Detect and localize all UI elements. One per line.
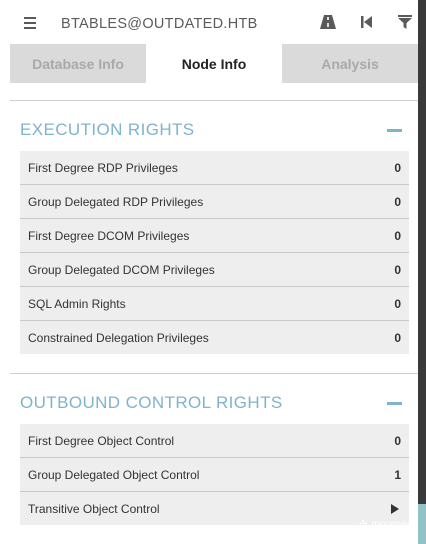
collapse-icon[interactable] (387, 401, 402, 405)
outbound-control-list: First Degree Object Control 0 Group Dele… (20, 424, 409, 525)
row-constrained-delegation[interactable]: Constrained Delegation Privileges 0 (20, 321, 409, 354)
row-label: First Degree Object Control (28, 433, 175, 448)
row-label: SQL Admin Rights (28, 296, 126, 311)
row-label: Constrained Delegation Privileges (28, 330, 209, 345)
tab-bar: Database Info Node Info Analysis (10, 44, 418, 83)
row-group-delegated-object-control[interactable]: Group Delegated Object Control 1 (20, 458, 409, 492)
row-value: 1 (394, 467, 401, 482)
row-value: 0 (394, 433, 401, 448)
road-icon[interactable] (320, 14, 336, 30)
row-label: First Degree RDP Privileges (28, 160, 178, 175)
row-label: First Degree DCOM Privileges (28, 228, 190, 243)
row-label: Group Delegated DCOM Privileges (28, 262, 215, 277)
row-group-delegated-dcom[interactable]: Group Delegated DCOM Privileges 0 (20, 253, 409, 287)
row-value: 0 (394, 262, 401, 277)
watermark-text: moonsec (371, 519, 412, 530)
node-title: BTABLES@OUTDATED.HTB (61, 16, 258, 32)
execution-rights-header[interactable]: EXECUTION RIGHTS (20, 115, 408, 145)
row-value: 0 (394, 296, 401, 311)
node-info-panel: BTABLES@OUTDATED.HTB Database Info Node … (0, 0, 418, 544)
row-value: 0 (394, 228, 401, 243)
header-bar: BTABLES@OUTDATED.HTB (0, 0, 418, 44)
section-divider (10, 373, 418, 374)
row-label: Group Delegated RDP Privileges (28, 194, 204, 209)
scroll-thumb[interactable] (418, 504, 426, 544)
collapse-icon[interactable] (387, 128, 402, 132)
row-first-degree-dcom[interactable]: First Degree DCOM Privileges 0 (20, 219, 409, 253)
row-first-degree-object-control[interactable]: First Degree Object Control 0 (20, 424, 409, 458)
row-group-delegated-rdp[interactable]: Group Delegated RDP Privileges 0 (20, 185, 409, 219)
row-value: 0 (394, 330, 401, 345)
wechat-icon: ✣ (359, 519, 368, 530)
outbound-control-title: OUTBOUND CONTROL RIGHTS (20, 393, 283, 412)
row-label: Group Delegated Object Control (28, 467, 200, 482)
play-arrow-icon[interactable] (391, 503, 399, 514)
row-value: 0 (394, 160, 401, 175)
execution-rights-title: EXECUTION RIGHTS (20, 120, 195, 139)
menu-icon[interactable] (24, 17, 36, 29)
tab-database-info[interactable]: Database Info (10, 44, 146, 83)
row-first-degree-rdp[interactable]: First Degree RDP Privileges 0 (20, 151, 409, 185)
execution-rights-list: First Degree RDP Privileges 0 Group Dele… (20, 151, 409, 354)
row-transitive-object-control[interactable]: Transitive Object Control (20, 492, 409, 525)
tab-analysis[interactable]: Analysis (282, 44, 418, 83)
watermark: ✣ moonsec (359, 519, 412, 530)
scrollbar[interactable] (418, 0, 426, 544)
skip-back-icon[interactable] (359, 14, 375, 30)
outbound-control-header[interactable]: OUTBOUND CONTROL RIGHTS (20, 388, 408, 418)
row-sql-admin[interactable]: SQL Admin Rights 0 (20, 287, 409, 321)
row-label: Transitive Object Control (28, 501, 160, 516)
node-info-content: EXECUTION RIGHTS First Degree RDP Privil… (10, 100, 418, 544)
filter-icon[interactable] (397, 14, 413, 30)
tab-node-info[interactable]: Node Info (146, 44, 282, 83)
row-value: 0 (394, 194, 401, 209)
